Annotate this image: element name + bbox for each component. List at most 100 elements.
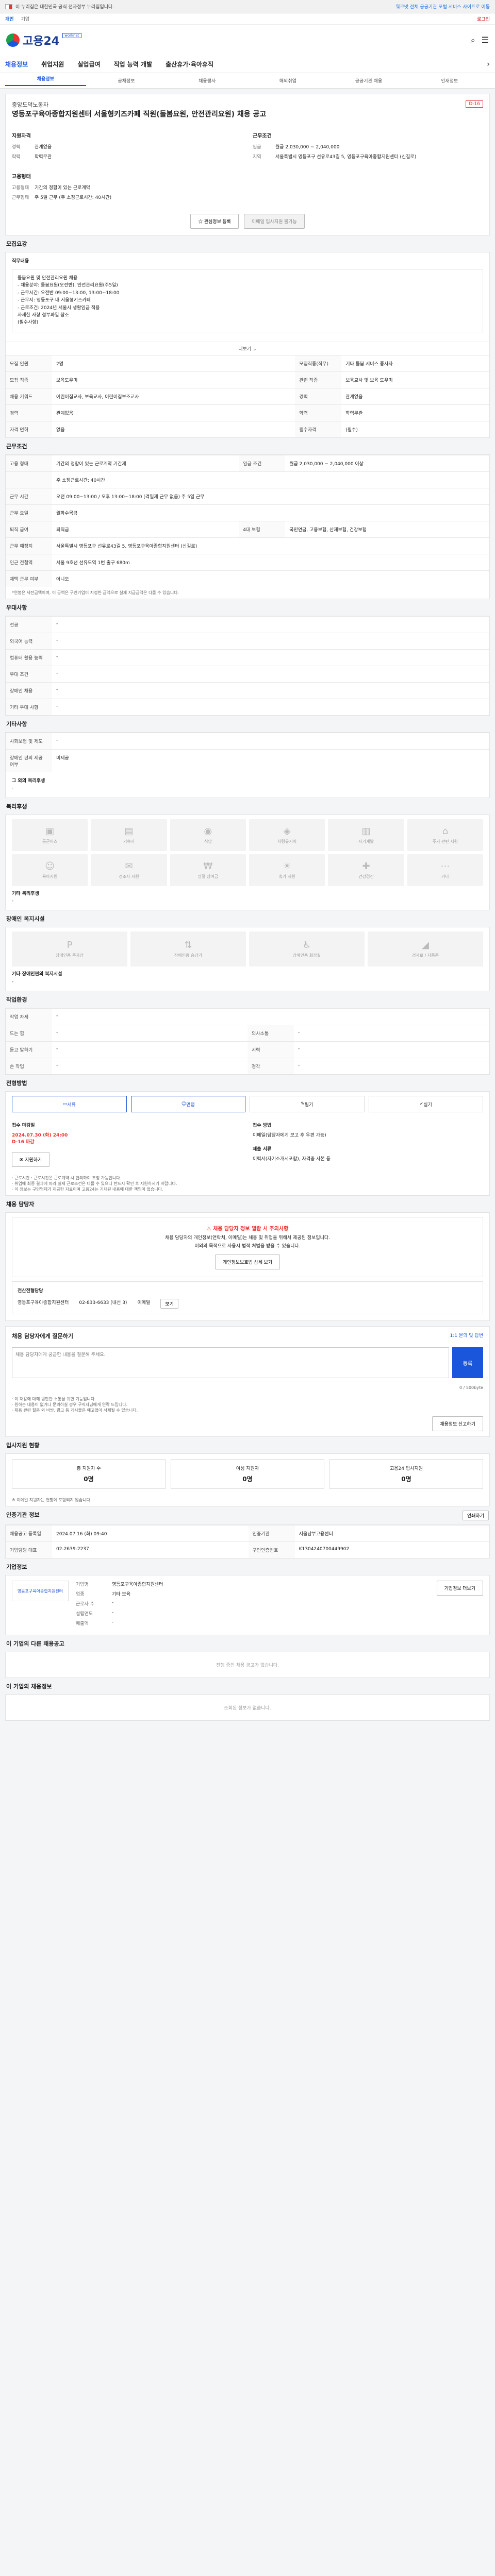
vacation-icon: ☀ xyxy=(283,860,291,872)
subnav-overseas[interactable]: 해외취업 xyxy=(248,77,328,84)
util-personal[interactable]: 개인 xyxy=(5,15,14,22)
stat-label: 총 지원자 수 xyxy=(76,1466,101,1472)
money-icon: ₩ xyxy=(203,860,213,872)
print-button[interactable]: 인쇄하기 xyxy=(462,1511,489,1521)
more-label: 더보기 xyxy=(238,346,252,352)
header: 고용24 worknet ⌕ ☰ xyxy=(0,25,495,56)
cell-key: 경력 xyxy=(295,387,342,405)
cell-key: 자격 면허 xyxy=(6,420,52,437)
scrap-button[interactable]: ☆ 관심정보 등록 xyxy=(190,213,239,229)
contact-heading: 전산전형담당 xyxy=(18,1289,43,1294)
cell-value: 월급 2,030,000 ~ 2,040,000 이상 xyxy=(285,454,489,472)
cell-value: 2024.07.16 (화) 09:40 xyxy=(52,1525,249,1542)
cell-value: 2명 xyxy=(52,354,295,372)
table-row: 전공 - xyxy=(6,616,489,633)
cell-value: 02-2639-2237 xyxy=(52,1541,249,1558)
step-label: 실기 xyxy=(423,1102,432,1108)
tile-label: 식당 xyxy=(204,839,212,844)
nav-support[interactable]: 취업지원 xyxy=(41,60,64,69)
util-company[interactable]: 기업 xyxy=(21,15,30,22)
cell-value: - xyxy=(52,1025,248,1042)
tile-label: 건강검진 xyxy=(358,874,374,879)
subnav-jobs[interactable]: 채용정보 xyxy=(5,75,86,86)
step-item: ✎ 필기 xyxy=(250,1096,365,1113)
stat-item: 여성 지원자 0명 xyxy=(171,1459,324,1489)
benefit-tile: ⌂ 주거 관련 지원 xyxy=(407,819,483,851)
table-row: 채용 키워드 어린이집교사, 보육교사, 어린이집보조교사 경력 관계없음 xyxy=(6,387,489,405)
cell-value: - xyxy=(52,649,489,666)
cell-key: 시력 xyxy=(248,1041,294,1058)
nav-training[interactable]: 직업 능력 개발 xyxy=(114,60,153,69)
warning-icon: ⚠ xyxy=(206,1226,213,1232)
menu-icon[interactable]: ☰ xyxy=(482,35,489,45)
stat-label: 여성 지원자 xyxy=(236,1466,259,1472)
recommend-empty: 조회된 정보가 없습니다. xyxy=(224,1706,271,1711)
comment-input[interactable] xyxy=(12,1347,449,1379)
qualification-heading: 지원자격 xyxy=(12,133,31,139)
ramp-icon: ◢ xyxy=(422,940,429,951)
cell-value: - xyxy=(52,682,489,699)
chevron-right-icon[interactable]: › xyxy=(487,60,490,69)
step-item: ✓ 실기 xyxy=(368,1096,483,1113)
car-icon: ◈ xyxy=(283,825,291,837)
comment-hint[interactable]: 1:1 문의 및 답변 xyxy=(450,1332,483,1340)
logo[interactable]: 고용24 worknet xyxy=(6,32,81,48)
docs-value: 이력서(자기소개서포함), 자격증 사본 등 xyxy=(253,1157,331,1162)
cell-key: 근무 요일 xyxy=(6,504,52,521)
nav-unemployment[interactable]: 실업급여 xyxy=(77,60,100,69)
comment-section: 채용 담당자에게 질문하기 1:1 문의 및 답변 등록 0 / 500byte… xyxy=(5,1326,490,1437)
posting-header: 중앙도덕노동자 영등포구육아종합지원센터 서울형키즈카페 직원(돌봄요원, 안전… xyxy=(5,94,490,235)
disability-section: P 장애인용 주차장 ⇅ 장애인용 승강기 ♿ 장애인용 화장실 ◢ 경사로 / 자동문… xyxy=(5,927,490,992)
cell-key: 인증기관 xyxy=(248,1525,295,1542)
contact-box: 전산전형담당 영등포구육아종합지원센터 02-833-6633 (내선 3) 이… xyxy=(12,1281,483,1315)
email-view-button[interactable]: 보기 xyxy=(160,1299,178,1309)
cell-value: 관계없음 xyxy=(341,387,489,405)
cell-key: 전공 xyxy=(6,616,52,633)
tile-label: 육아지원 xyxy=(42,874,58,879)
tile-label: 주거 관련 지원 xyxy=(432,839,458,844)
process-notes: · 근로시간 : 근로시간은 근로계약 시 협의하여 조정 가능합니다. · 취… xyxy=(6,1172,489,1195)
more-button[interactable]: 더보기 ⌄ xyxy=(6,341,489,355)
gov-banner-link[interactable]: 워크넷 전체 공공기관 포털 서비스 사이트로 이동 xyxy=(395,3,490,10)
subnav-public[interactable]: 공채정보 xyxy=(86,77,167,84)
report-button[interactable]: 채용정보 신고하기 xyxy=(432,1416,483,1432)
stat-value: 0명 xyxy=(242,1476,253,1483)
subnav-events[interactable]: 채용행사 xyxy=(167,77,248,84)
duty-description: 돌봄요원 및 안전관리요원 채용 - 채용분야: 돌봄요원(오전반), 안전관리… xyxy=(12,268,483,332)
note-line: · 근로시간 : 근로시간은 근로계약 시 협의하여 조정 가능합니다. xyxy=(12,1176,122,1181)
apply-button[interactable]: ✉ 지원하기 xyxy=(12,1152,50,1167)
search-icon[interactable]: ⌕ xyxy=(471,35,475,45)
contact-dept: 영등포구육아종합지원센터 xyxy=(18,1300,69,1306)
step-label: 서류 xyxy=(67,1102,76,1108)
cell-value: - xyxy=(52,1058,248,1075)
korea-flag-icon xyxy=(5,4,12,9)
cell-value: - xyxy=(294,1041,489,1058)
step-pen-icon: ✎ xyxy=(301,1101,305,1107)
employment-heading: 고용형태 xyxy=(12,174,31,180)
duty-heading: 직무내용 xyxy=(12,258,29,264)
logo-badge: worknet xyxy=(62,33,81,38)
nav-leave[interactable]: 출산휴가·육아휴직 xyxy=(166,60,213,69)
comment-send-button[interactable]: 등록 xyxy=(452,1347,483,1379)
privacy-detail-button[interactable]: 개인정보보호법 상세 보기 xyxy=(214,1255,280,1270)
company-more-button[interactable]: 기업정보 더보기 xyxy=(436,1581,483,1596)
email-apply-button[interactable]: 이메일 입사지원 불가능 xyxy=(243,213,305,229)
recommend-title: 이 기업의 채용정보 xyxy=(0,1678,495,1693)
cell-value: 관계없음 xyxy=(52,404,295,421)
subnav-institutions[interactable]: 공공기관 채용 xyxy=(328,77,409,84)
house-icon: ⌂ xyxy=(442,825,449,837)
cell-key: 청각 xyxy=(248,1058,294,1075)
etc-sub-value: - xyxy=(12,786,14,791)
login-link[interactable]: 로그인 xyxy=(477,15,490,22)
bottom-spacer xyxy=(0,1721,495,1752)
table-row: 자격 면허 없음 필수자격 (필수) xyxy=(6,420,489,437)
company-name[interactable]: 중앙도덕노동자 xyxy=(12,100,266,109)
subnav-talent[interactable]: 인재정보 xyxy=(409,77,490,84)
benefit-tiles: ▣ 통근버스 ▤ 기숙사 ◉ 식당 ◈ 차량유지비 ▥ 자기계발 ⌂ 주거 관련 지원 ☺ 육… xyxy=(6,815,489,890)
nav-jobs[interactable]: 채용정보 xyxy=(5,60,28,69)
main-nav: 채용정보 취업지원 실업급여 직업 능력 개발 출산휴가·육아휴직 › xyxy=(0,56,495,73)
table-row: 퇴직 급여 퇴직금 4대 보험 국민연금, 고용보험, 산재보험, 건강보험 xyxy=(6,520,489,538)
company-title: 기업정보 xyxy=(0,1558,495,1573)
cell-key: 모집직종(직무) xyxy=(295,354,342,372)
table-row: 듣고 말하기 - 시력 - xyxy=(6,1041,489,1058)
